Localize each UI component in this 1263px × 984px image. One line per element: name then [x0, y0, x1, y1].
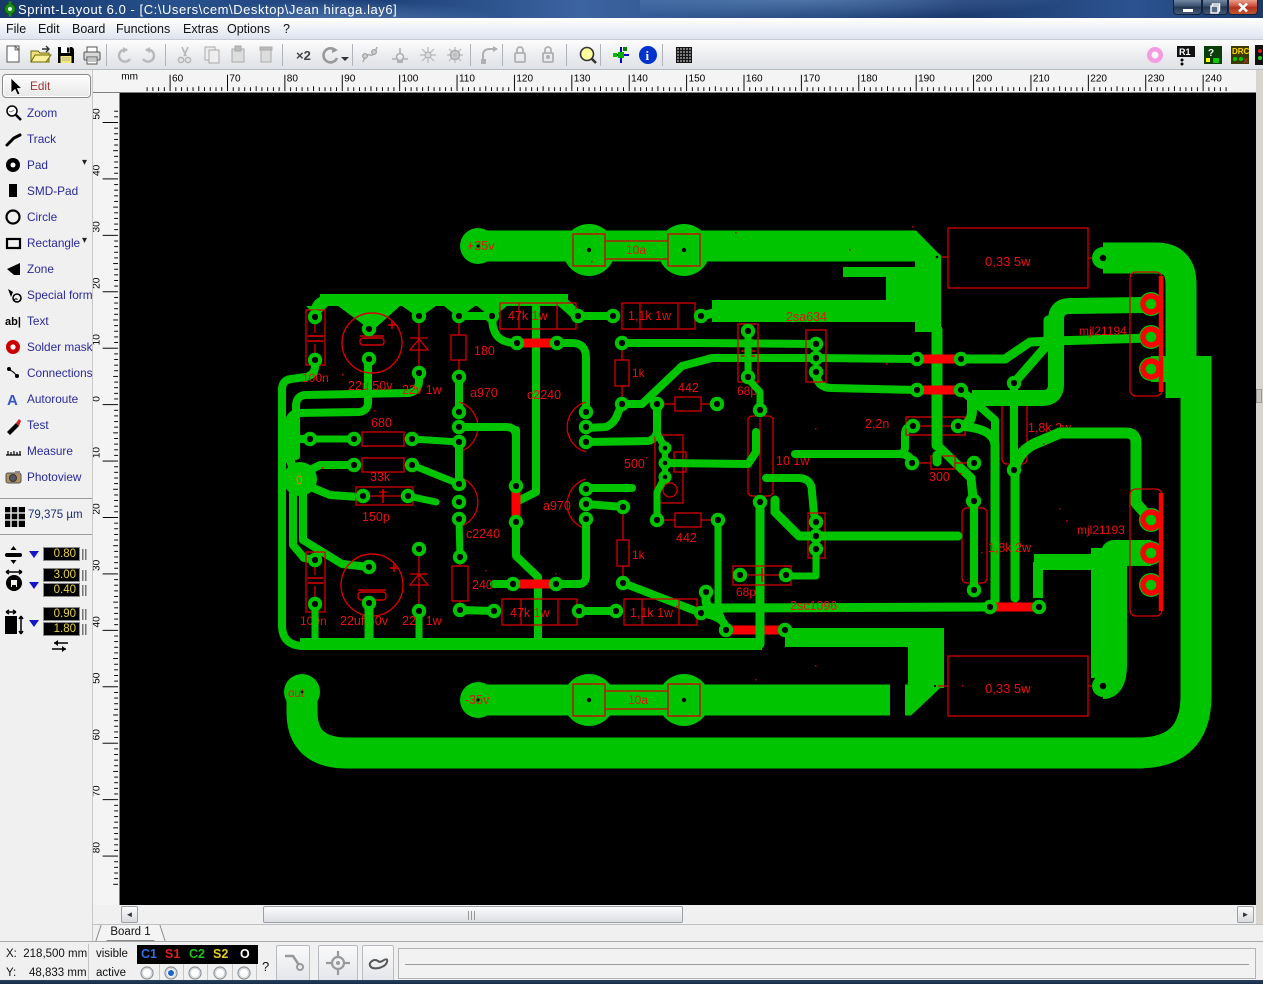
svg-text:+35v: +35v [467, 239, 495, 253]
svg-text:A: A [7, 392, 18, 409]
svg-text:0: 0 [93, 396, 103, 402]
svg-text:22v 1w: 22v 1w [402, 383, 443, 397]
svg-text:a970: a970 [543, 499, 571, 513]
svg-text:22u 50v: 22u 50v [348, 379, 393, 393]
svg-text:68p: 68p [736, 585, 756, 599]
svg-text:180: 180 [861, 73, 878, 84]
svg-text:240: 240 [1205, 73, 1222, 84]
svg-text:mm: mm [121, 72, 138, 83]
svg-text:10: 10 [93, 447, 103, 459]
svg-text:60: 60 [93, 729, 103, 741]
svg-text:22uf 50v: 22uf 50v [340, 614, 389, 628]
svg-text:180: 180 [474, 344, 495, 358]
svg-text:1k: 1k [632, 548, 646, 562]
svg-text:300: 300 [929, 470, 950, 484]
svg-text:170: 170 [803, 73, 820, 84]
svg-text:70: 70 [93, 785, 103, 797]
svg-text:100: 100 [402, 73, 419, 84]
svg-text:DRC: DRC [1232, 47, 1250, 56]
svg-text:20: 20 [93, 503, 103, 515]
svg-text:47k 1w: 47k 1w [508, 309, 549, 323]
svg-text:mjl21193: mjl21193 [1077, 523, 1125, 537]
svg-text:?: ? [1208, 48, 1214, 59]
svg-text:20: 20 [93, 277, 103, 289]
svg-text:240: 240 [472, 578, 493, 592]
svg-text:1,8k 2w: 1,8k 2w [988, 541, 1032, 555]
svg-text:100n: 100n [302, 371, 329, 385]
svg-text:442: 442 [676, 531, 697, 545]
svg-text:1,1k 1w: 1,1k 1w [630, 606, 674, 620]
svg-text:150p: 150p [362, 510, 390, 524]
svg-text:220: 220 [1090, 73, 1107, 84]
svg-text:out: out [288, 688, 305, 700]
svg-text:1,1k 1w: 1,1k 1w [628, 309, 672, 323]
svg-text:30: 30 [93, 221, 103, 233]
svg-text:e: e [14, 297, 18, 304]
svg-text:2sa634: 2sa634 [786, 310, 827, 324]
svg-text:50: 50 [93, 108, 103, 120]
svg-text:150: 150 [689, 73, 706, 84]
svg-text:60: 60 [172, 73, 184, 84]
svg-text:47k 1w: 47k 1w [510, 606, 551, 620]
svg-text:680: 680 [371, 416, 392, 430]
svg-text:2sc1096: 2sc1096 [790, 599, 837, 613]
svg-text:mjl21194: mjl21194 [1079, 324, 1127, 338]
svg-text:130: 130 [574, 73, 591, 84]
svg-text:210: 210 [1033, 73, 1050, 84]
svg-text:R1: R1 [1179, 47, 1191, 57]
svg-text:80: 80 [287, 73, 299, 84]
svg-text:90: 90 [344, 73, 356, 84]
svg-text:230: 230 [1148, 73, 1165, 84]
svg-text:190: 190 [918, 73, 935, 84]
svg-text:40: 40 [93, 616, 103, 628]
svg-text:0,33 5w: 0,33 5w [985, 254, 1031, 269]
svg-text:1k: 1k [632, 366, 646, 380]
svg-text:80: 80 [93, 842, 103, 854]
svg-text:a970: a970 [470, 386, 498, 400]
svg-text:30: 30 [93, 559, 103, 571]
svg-text:c2240: c2240 [466, 527, 500, 541]
svg-text:442: 442 [678, 381, 699, 395]
svg-text:33k: 33k [370, 470, 391, 484]
svg-text:ab|: ab| [5, 316, 21, 328]
svg-text:500: 500 [624, 457, 645, 471]
svg-text:x: x [1244, 56, 1248, 65]
svg-text:10: 10 [93, 334, 103, 346]
svg-text:i: i [646, 48, 650, 63]
svg-text:110: 110 [459, 73, 475, 84]
svg-text:50: 50 [93, 672, 103, 684]
svg-text:140: 140 [631, 73, 648, 84]
svg-text:160: 160 [746, 73, 763, 84]
svg-text:c2240: c2240 [527, 388, 561, 402]
svg-text:200: 200 [975, 73, 992, 84]
svg-text:10a: 10a [626, 243, 646, 257]
svg-text:×2: ×2 [296, 48, 311, 63]
svg-text:10a: 10a [628, 693, 648, 707]
svg-text:0,33 5w: 0,33 5w [985, 681, 1031, 696]
svg-text:120: 120 [516, 73, 533, 84]
svg-text:2,2n: 2,2n [865, 417, 889, 431]
svg-text:70: 70 [229, 73, 241, 84]
svg-text:0: 0 [296, 473, 303, 487]
svg-text:40: 40 [93, 164, 103, 176]
